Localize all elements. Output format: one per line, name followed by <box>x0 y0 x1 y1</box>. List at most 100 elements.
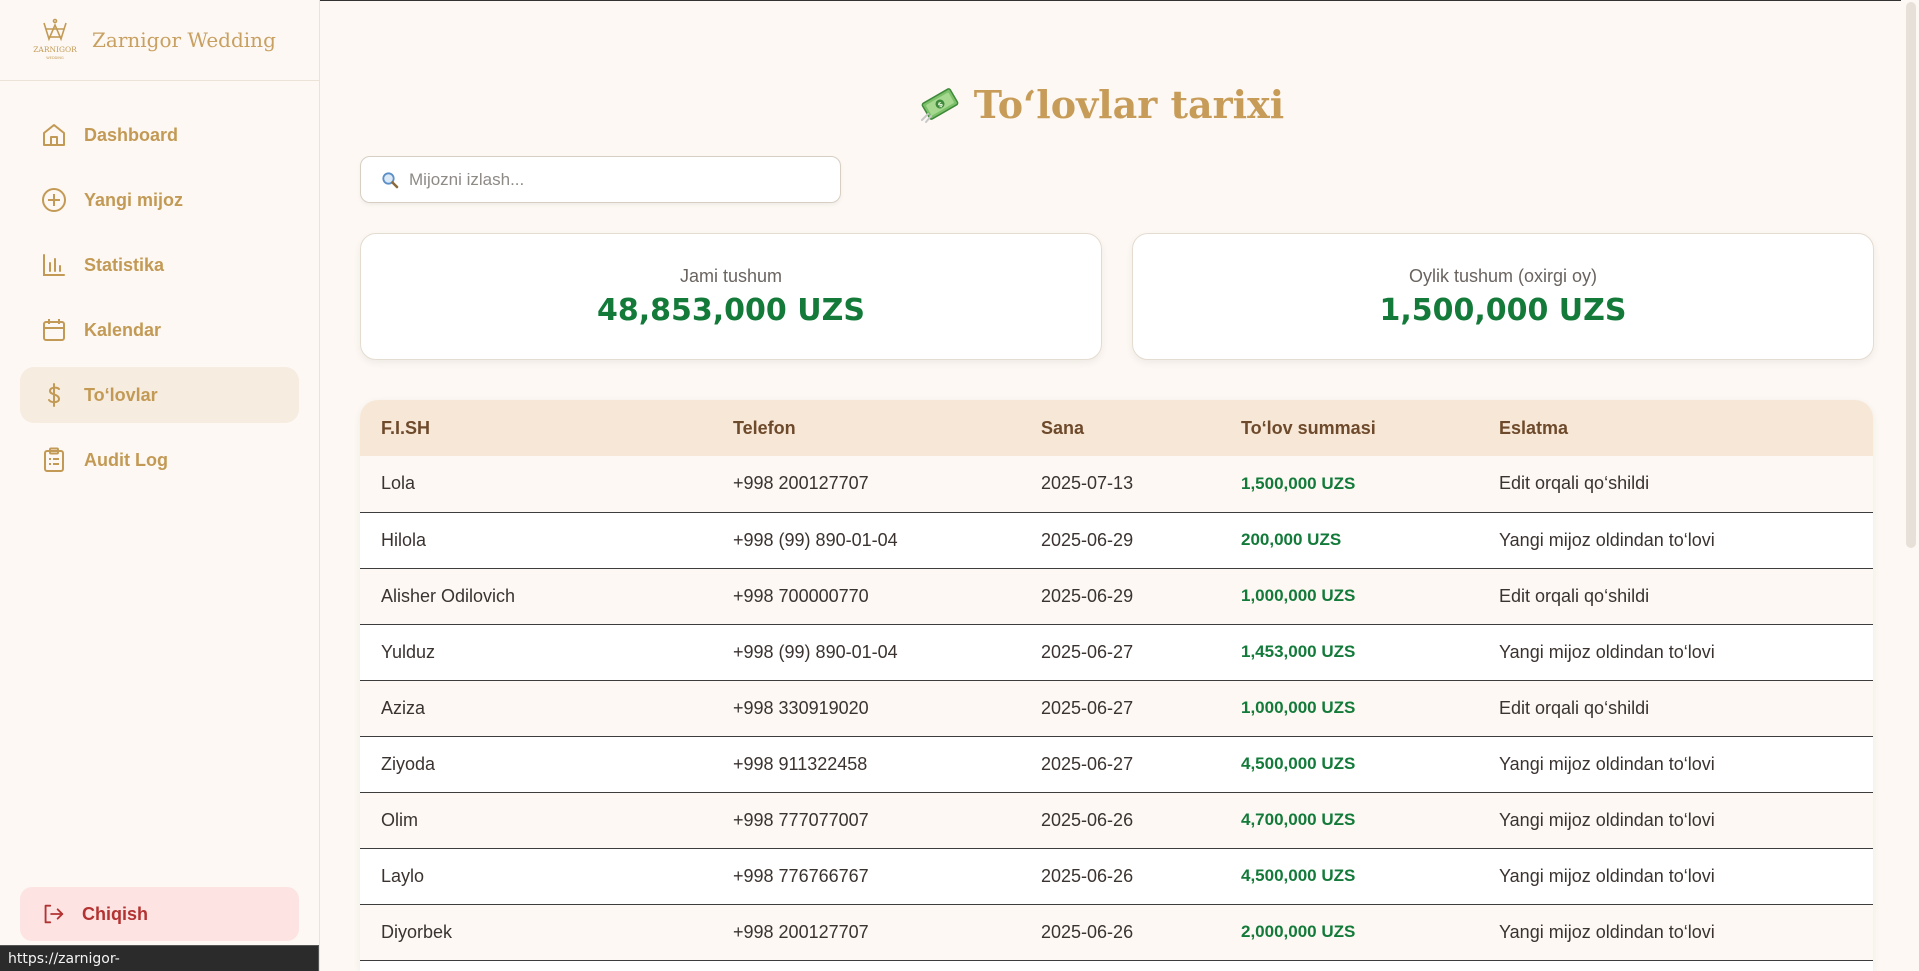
bar-chart-icon <box>43 254 65 276</box>
cell-amount: 2,000,000 UZS <box>1220 904 1478 961</box>
brand[interactable]: ZARNIGOR WEDDING Zarnigor Wedding <box>0 0 319 81</box>
scrollbar-thumb[interactable] <box>1906 2 1916 548</box>
sidebar-item-label: Yangi mijoz <box>84 189 184 210</box>
cell-note: Yangi mijoz oldindan to‘lovi <box>1478 848 1873 905</box>
logout-button[interactable]: Chiqish <box>20 887 299 941</box>
money-icon: $ <box>920 88 959 123</box>
search-icon <box>382 171 399 188</box>
stat-card-monthly: Oylik tushum (oxirgi oy) 1,500,000 UZS <box>1132 233 1874 360</box>
page-title: $ To‘lovlar tarixi <box>320 76 1882 132</box>
column-header-date[interactable]: Sana <box>1020 400 1220 456</box>
table-row[interactable]: Diyorbek +998 200127707 2025-06-26 2,000,00… <box>360 904 1873 961</box>
table-row[interactable]: Hilola +998 (99) 890-01-04 2025-06-29 200,0… <box>360 512 1873 569</box>
search-input[interactable] <box>409 169 840 190</box>
cell-note: Yangi mijoz oldindan to‘lovi <box>1478 624 1873 681</box>
stat-value: 48,853,000 UZS <box>597 292 865 328</box>
sidebar-item-label: Dashboard <box>84 124 179 145</box>
stat-value: 1,500,000 UZS <box>1379 292 1627 328</box>
main-content: $ To‘lovlar tarixi Jami tushum 48,853,00… <box>320 0 1919 971</box>
column-header-phone[interactable]: Telefon <box>712 400 1020 456</box>
table-row[interactable]: Lola +998 200127707 2025-07-13 1,500,000 UZ… <box>360 456 1873 513</box>
cell-name: Ziyoda <box>360 736 712 793</box>
brand-logo-icon: ZARNIGOR WEDDING <box>33 18 77 60</box>
top-border <box>320 0 1919 1</box>
cell-date: 2025-06-26 <box>1020 792 1220 849</box>
logout-label: Chiqish <box>82 903 148 924</box>
cell-note: Edit orqali qo‘shildi <box>1478 568 1873 625</box>
search-box <box>360 156 841 203</box>
sidebar-item-calendar[interactable]: Kalendar <box>20 302 299 358</box>
sidebar-item-statistics[interactable]: Statistika <box>20 237 299 293</box>
column-header-amount[interactable]: To‘lov summasi <box>1220 400 1478 456</box>
cell-date <box>1020 960 1220 971</box>
cell-date: 2025-07-13 <box>1020 456 1220 513</box>
sidebar-item-label: To‘lovlar <box>84 384 158 405</box>
logout-icon <box>44 904 64 924</box>
cell-amount: 4,700,000 UZS <box>1220 792 1478 849</box>
cell-phone: +998 911322458 <box>712 736 1020 793</box>
cell-note: Edit orqali qo‘shildi <box>1478 680 1873 737</box>
stat-card-total: Jami tushum 48,853,000 UZS <box>360 233 1102 360</box>
table-row[interactable] <box>360 960 1873 971</box>
app-root: ZARNIGOR WEDDING Zarnigor Wedding Dashbo… <box>0 0 1919 971</box>
cell-note: Yangi mijoz oldindan to‘lovi <box>1478 512 1873 569</box>
table-row[interactable]: Olim +998 777077007 2025-06-26 4,700,000 UZ… <box>360 792 1873 849</box>
stat-label: Oylik tushum (oxirgi oy) <box>1408 265 1598 286</box>
cell-note <box>1478 960 1873 971</box>
payments-table-container: F.I.SH Telefon Sana To‘lov summasi Eslat… <box>360 400 1873 971</box>
cell-amount: 200,000 UZS <box>1220 512 1478 569</box>
cell-note: Yangi mijoz oldindan to‘lovi <box>1478 792 1873 849</box>
sidebar-item-label: Audit Log <box>84 449 168 470</box>
cell-amount: 1,453,000 UZS <box>1220 624 1478 681</box>
cell-name: Hilola <box>360 512 712 569</box>
cell-date: 2025-06-27 <box>1020 736 1220 793</box>
cell-amount: 4,500,000 UZS <box>1220 848 1478 905</box>
cell-phone: +998 700000770 <box>712 568 1020 625</box>
sidebar-nav: Dashboard Yangi mijoz Statistika Kalenda… <box>0 81 319 488</box>
stat-label: Jami tushum <box>679 265 783 286</box>
cell-date: 2025-06-27 <box>1020 680 1220 737</box>
sidebar: ZARNIGOR WEDDING Zarnigor Wedding Dashbo… <box>0 0 320 971</box>
sidebar-item-label: Statistika <box>84 254 165 275</box>
cell-date: 2025-06-27 <box>1020 624 1220 681</box>
cell-amount: 1,500,000 UZS <box>1220 456 1478 513</box>
cell-phone: +998 200127707 <box>712 904 1020 961</box>
table-row[interactable]: Yulduz +998 (99) 890-01-04 2025-06-27 1,453… <box>360 624 1873 681</box>
sidebar-item-audit-log[interactable]: Audit Log <box>20 432 299 488</box>
status-bar-url: https://zarnigor-wedding.vercel.app/paym… <box>0 945 319 971</box>
sidebar-item-dashboard[interactable]: Dashboard <box>20 107 299 163</box>
logo-text: ZARNIGOR <box>33 45 77 54</box>
column-header-name[interactable]: F.I.SH <box>360 400 712 456</box>
cell-phone: +998 776766767 <box>712 848 1020 905</box>
cell-amount: 4,500,000 UZS <box>1220 736 1478 793</box>
table-header-row: F.I.SH Telefon Sana To‘lov summasi Eslat… <box>360 400 1873 456</box>
cell-phone: +998 200127707 <box>712 456 1020 513</box>
cell-name: Olim <box>360 792 712 849</box>
cell-phone: +998 (99) 890-01-04 <box>712 624 1020 681</box>
cell-amount: 1,000,000 UZS <box>1220 680 1478 737</box>
sidebar-item-new-client[interactable]: Yangi mijoz <box>20 172 299 228</box>
plus-circle-icon <box>42 188 66 212</box>
table-row[interactable]: Laylo +998 776766767 2025-06-26 4,500,000 U… <box>360 848 1873 905</box>
sidebar-item-label: Kalendar <box>84 319 162 340</box>
table-row[interactable]: Ziyoda +998 911322458 2025-06-27 4,500,000 … <box>360 736 1873 793</box>
column-header-note[interactable]: Eslatma <box>1478 400 1873 456</box>
sidebar-item-payments[interactable]: To‘lovlar <box>20 367 299 423</box>
cell-name <box>360 960 712 971</box>
cell-phone: +998 777077007 <box>712 792 1020 849</box>
table-row[interactable]: Alisher Odilovich +998 700000770 2025-06-2… <box>360 568 1873 625</box>
cell-phone: +998 330919020 <box>712 680 1020 737</box>
cell-note: Yangi mijoz oldindan to‘lovi <box>1478 736 1873 793</box>
table-row[interactable]: Aziza +998 330919020 2025-06-27 1,000,000 U… <box>360 680 1873 737</box>
cell-date: 2025-06-26 <box>1020 904 1220 961</box>
clipboard-icon <box>44 447 64 472</box>
home-icon <box>43 124 65 146</box>
payments-table: F.I.SH Telefon Sana To‘lov summasi Eslat… <box>360 400 1873 971</box>
dollar-icon <box>48 383 61 407</box>
cell-date: 2025-06-29 <box>1020 512 1220 569</box>
cell-name: Lola <box>360 456 712 513</box>
scrollbar[interactable] <box>1901 0 1919 971</box>
cell-note: Yangi mijoz oldindan to‘lovi <box>1478 904 1873 961</box>
cell-amount <box>1220 960 1478 971</box>
svg-text:WEDDING: WEDDING <box>46 56 64 60</box>
